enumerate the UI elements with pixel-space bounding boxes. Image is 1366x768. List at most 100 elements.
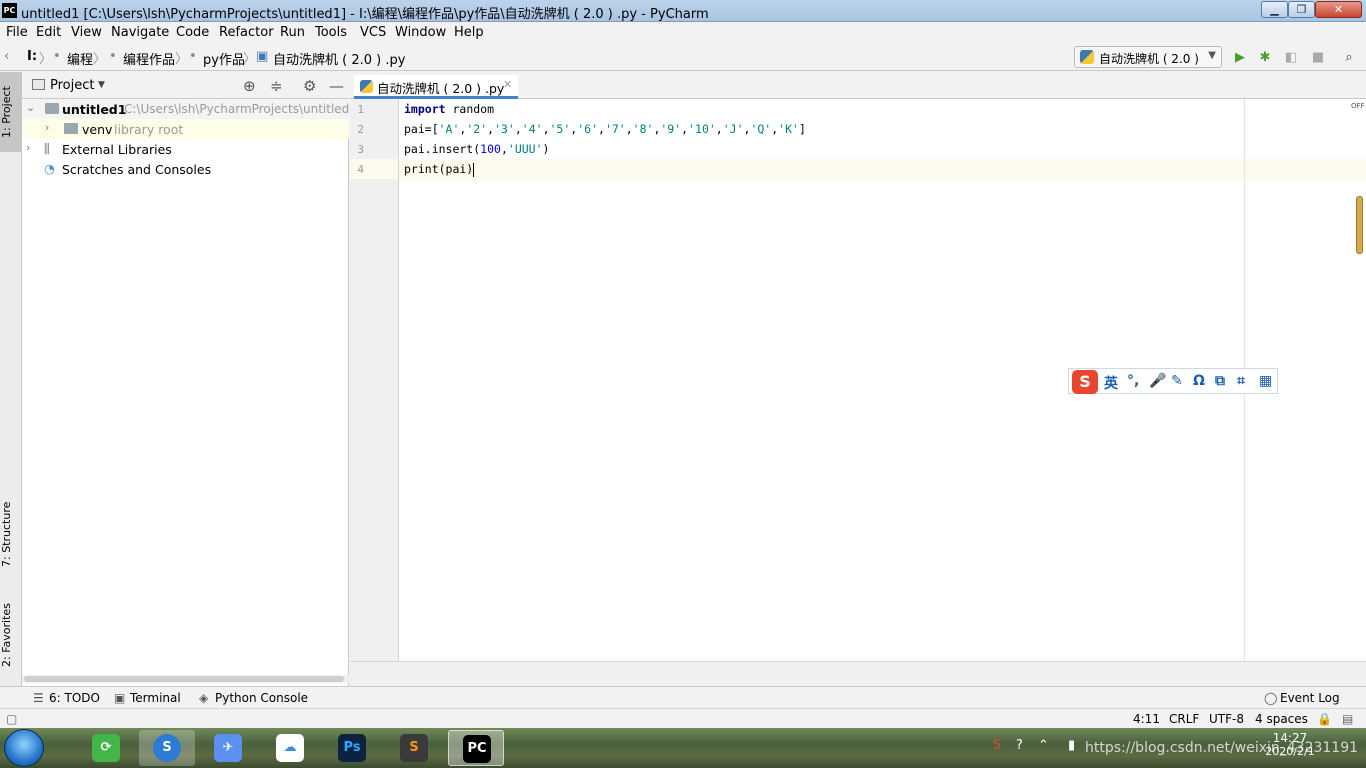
run-configuration-select[interactable]: 自动洗牌机 ( 2.0 ) ▼ [1074, 46, 1222, 68]
battery-icon[interactable]: ▮ [1068, 738, 1075, 753]
menu-navigate[interactable]: Navigate [111, 25, 169, 40]
start-button[interactable] [4, 729, 44, 767]
terminal-tab[interactable]: ▣ Terminal [114, 691, 181, 705]
tool-tab-structure[interactable]: 7: Structure [0, 492, 22, 576]
file-encoding[interactable]: UTF-8 [1209, 712, 1244, 726]
run-icon[interactable]: ▶ [1233, 51, 1247, 65]
locate-icon[interactable]: ⊕ [243, 77, 256, 95]
line-separator[interactable]: CRLF [1169, 712, 1199, 726]
taskbar-app-photoshop[interactable]: Ps [324, 730, 380, 766]
breadcrumb-file[interactable]: 自动洗牌机 ( 2.0 ) .py [273, 49, 405, 68]
taskbar-app-360[interactable]: ⟳ [78, 730, 134, 766]
ime-punctuation-icon[interactable]: °, [1127, 373, 1139, 389]
run-with-coverage-icon[interactable]: ◧ [1284, 51, 1298, 65]
menu-edit[interactable]: Edit [36, 25, 61, 40]
toolbox-icon[interactable]: ▦ [1259, 373, 1272, 389]
terminal-icon: ▣ [114, 691, 126, 705]
menu-view[interactable]: View [71, 25, 102, 40]
library-icon: ⫼ [44, 141, 50, 156]
nav-back-icon[interactable]: ‹ [4, 49, 9, 64]
crop-icon[interactable]: ⌗ [1237, 373, 1245, 389]
photoshop-icon: Ps [338, 734, 366, 762]
special-chars-icon[interactable]: Ω [1193, 373, 1205, 389]
tool-tab-favorites[interactable]: 2: Favorites [0, 592, 22, 678]
search-icon[interactable]: ⌕ [1342, 51, 1356, 65]
event-log-tab[interactable]: ◯ Event Log [1264, 691, 1340, 705]
tree-row-project-root[interactable]: ⌄ untitled1 C:\Users\lsh\PycharmProjects… [22, 99, 357, 119]
breadcrumb-drive[interactable]: I: [27, 49, 37, 64]
collapse-all-icon[interactable]: ≑ [270, 77, 283, 95]
list-icon: ☰ [33, 691, 44, 705]
taskbar-app-sublime[interactable]: S [386, 730, 442, 766]
menu-refactor[interactable]: Refactor [219, 25, 274, 40]
tree-row-external-libraries[interactable]: › ⫼ External Libraries [22, 139, 349, 159]
tray-expand-icon[interactable]: ⌃ [1038, 738, 1049, 753]
scrollbar-thumb[interactable] [1356, 196, 1363, 254]
menu-file[interactable]: File [6, 25, 28, 40]
code-line-1[interactable]: import random [399, 99, 1366, 119]
code-keyword-import: import [404, 102, 446, 116]
taskbar-app-baidu-netdisk[interactable]: ☁ [262, 730, 318, 766]
python-console-tab[interactable]: ◈ Python Console [199, 691, 308, 705]
taskbar-app-pycharm[interactable]: PC [448, 730, 504, 766]
chevron-right-icon[interactable]: › [26, 141, 30, 154]
terminal-tab-label: Terminal [130, 691, 181, 705]
caret-position[interactable]: 4:11 [1133, 712, 1160, 726]
close-button[interactable]: ✕ [1315, 1, 1362, 18]
code-line-3[interactable]: pai.insert(100,'UUU') [399, 139, 1366, 159]
minimize-button[interactable]: ▁ [1261, 1, 1288, 18]
taskbar-app-feishu[interactable]: ✈ [200, 730, 256, 766]
menu-vcs[interactable]: VCS [360, 25, 386, 40]
chevron-right-icon[interactable]: › [45, 121, 49, 134]
maximize-button[interactable]: ❐ [1288, 1, 1315, 18]
taskbar-app-sogou[interactable]: S [139, 730, 195, 766]
editor-tab[interactable]: 自动洗牌机 ( 2.0 ) .py ✕ [354, 75, 518, 99]
gear-icon[interactable]: ⚙ [303, 77, 316, 95]
todo-tab[interactable]: ☰ 6: TODO [33, 691, 100, 705]
breadcrumb-separator: 〉 [175, 52, 189, 67]
tree-note: library root [114, 122, 184, 137]
chevron-down-icon[interactable]: ⌄ [26, 101, 35, 114]
chevron-down-icon[interactable]: ▼ [98, 80, 105, 90]
ime-language-toggle[interactable]: 英 [1104, 373, 1118, 393]
hide-panel-icon[interactable]: — [329, 77, 344, 95]
python-console-tab-label: Python Console [215, 691, 309, 705]
sogou-ime-tray-icon[interactable]: S [993, 738, 1001, 753]
python-console-icon: ◈ [199, 691, 209, 705]
code-line-4[interactable]: print(pai) [399, 159, 1366, 179]
tool-tab-project[interactable]: 1: Project [0, 72, 22, 152]
breadcrumb-folder-2[interactable]: 编程作品 [123, 49, 175, 68]
scrollbar-thumb[interactable] [24, 676, 344, 682]
tree-row-scratches[interactable]: ◔ Scratches and Consoles [22, 159, 349, 179]
sogou-logo-icon[interactable]: S [1072, 370, 1098, 394]
system-clock[interactable]: 14:27 2020/2/1 [1255, 731, 1325, 758]
notification-icon[interactable]: ▤ [1342, 712, 1353, 726]
event-log-tab-label: Event Log [1280, 691, 1340, 705]
status-bar: ▢ 4:11 CRLF UTF-8 4 spaces 🔒 ▤ [0, 708, 1366, 728]
menu-code[interactable]: Code [176, 25, 209, 40]
breadcrumb-separator: 〉 [243, 52, 257, 67]
breadcrumb-folder-1[interactable]: 编程 [67, 49, 93, 68]
tree-row-venv[interactable]: › venv library root [22, 119, 349, 139]
inspection-status[interactable]: OFF [1351, 102, 1365, 110]
stop-icon[interactable]: ■ [1311, 51, 1325, 65]
baidu-netdisk-icon: ☁ [276, 734, 304, 762]
close-tab-icon[interactable]: ✕ [503, 78, 512, 91]
project-panel-title[interactable]: Project [50, 78, 94, 93]
menu-help[interactable]: Help [454, 25, 484, 40]
lock-icon[interactable]: 🔒 [1317, 712, 1332, 726]
tool-windows-toggle-icon[interactable]: ▢ [6, 712, 17, 726]
breadcrumb-folder-3[interactable]: py作品 [203, 49, 245, 68]
code-line-2[interactable]: pai=['A','2','3','4','5','6','7','8','9'… [399, 119, 1366, 139]
tree-label: venv [82, 122, 113, 137]
help-icon[interactable]: ? [1016, 738, 1023, 753]
microphone-icon[interactable]: 🎤 [1149, 373, 1166, 389]
menu-window[interactable]: Window [395, 25, 446, 40]
horizontal-scrollbar[interactable] [22, 675, 349, 683]
indent-setting[interactable]: 4 spaces [1255, 712, 1308, 726]
handwriting-icon[interactable]: ✎ [1171, 373, 1183, 389]
menu-tools[interactable]: Tools [315, 25, 347, 40]
skin-icon[interactable]: ⧉ [1215, 373, 1225, 389]
menu-run[interactable]: Run [280, 25, 305, 40]
debug-icon[interactable]: ✱ [1258, 51, 1272, 65]
